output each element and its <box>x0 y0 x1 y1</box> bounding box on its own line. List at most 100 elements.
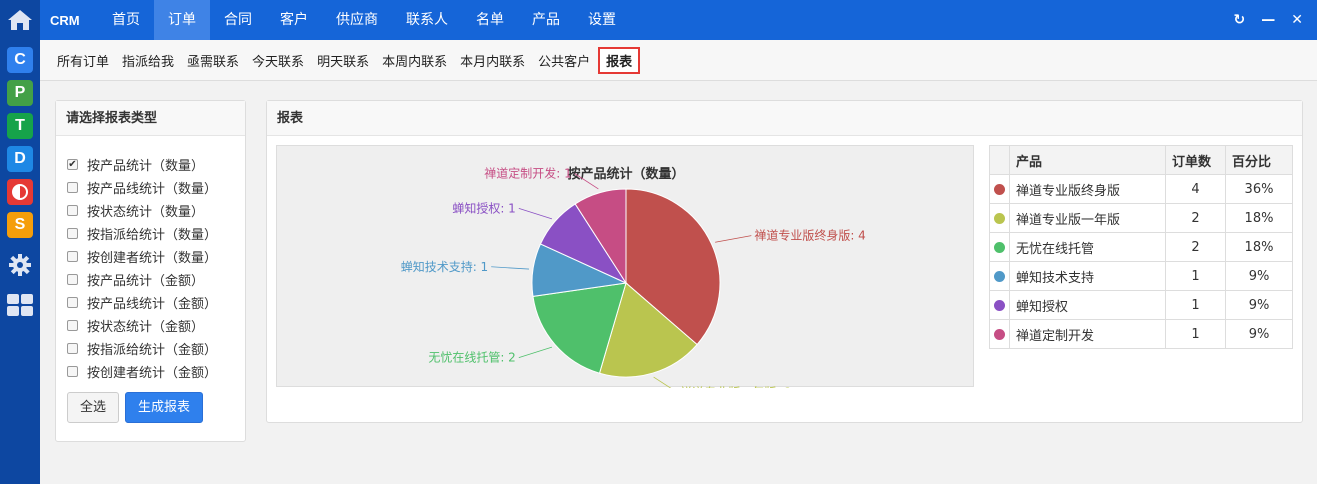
topnav-item[interactable]: 客户 <box>266 0 322 40</box>
topnav-item[interactable]: 名单 <box>462 0 518 40</box>
subnav-item[interactable]: 报表 <box>598 46 641 74</box>
app-letter: P <box>14 84 26 101</box>
report-type-option[interactable]: 按产品线统计（金额） <box>56 291 245 314</box>
o-app-icon[interactable] <box>7 179 33 205</box>
subnav-item[interactable]: 所有订单 <box>52 47 114 74</box>
legend-dot <box>994 241 1005 253</box>
checkbox[interactable] <box>67 205 78 216</box>
chart-title: 按产品统计（数量） <box>567 166 684 182</box>
subnav-item[interactable]: 本周内联系 <box>377 47 452 74</box>
option-label: 按产品统计（数量） <box>87 159 205 174</box>
subnav-item[interactable]: 亟需联系 <box>182 47 244 74</box>
c-app-icon[interactable]: C <box>7 47 33 73</box>
table-row: 蝉知技术支持 1 9% <box>989 261 1293 291</box>
order-count: 1 <box>1165 319 1226 349</box>
table-row: 无忧在线托管 2 18% <box>989 232 1293 262</box>
report-panel: 报表 按产品统计（数量） 禅道专业版终身版: 4 禅道专业版一年版: 2 无忧在线托管… <box>266 100 1303 423</box>
topnav-item[interactable]: 合同 <box>210 0 266 40</box>
slice-label: 蝉知授权: 1 <box>452 200 515 215</box>
sub-navbar: 所有订单 指派给我 亟需联系 今天联系 明天联系 本周内联系 本月内联系 公共客户 报表 <box>40 40 1317 81</box>
subnav-item[interactable]: 本月内联系 <box>455 47 530 74</box>
option-label: 按状态统计（数量） <box>87 205 205 220</box>
generate-report-button[interactable]: 生成报表 <box>125 392 204 423</box>
checkbox[interactable] <box>67 228 78 239</box>
product-name: 蝉知技术支持 <box>1009 261 1166 291</box>
checkbox[interactable] <box>67 343 78 354</box>
topnav-item[interactable]: 订单 <box>154 0 210 40</box>
table-row: 禅道专业版一年版 2 18% <box>989 203 1293 233</box>
subnav-item[interactable]: 公共客户 <box>533 47 595 74</box>
table-row: 禅道专业版终身版 4 36% <box>989 174 1293 204</box>
checkbox[interactable] <box>67 274 78 285</box>
product-name: 禅道专业版终身版 <box>1009 174 1166 204</box>
p-app-icon[interactable]: P <box>7 80 33 106</box>
report-type-option[interactable]: 按产品线统计（数量） <box>56 176 245 199</box>
gear-icon[interactable] <box>0 245 40 285</box>
report-type-option[interactable]: 按状态统计（金额） <box>56 314 245 337</box>
select-all-button[interactable]: 全选 <box>67 392 120 423</box>
product-name: 无忧在线托管 <box>1009 232 1166 262</box>
subnav-item[interactable]: 今天联系 <box>247 47 309 74</box>
column-header: 产品 <box>1009 145 1166 175</box>
report-type-panel: 请选择报表类型 ✔ 按产品统计（数量） 按产品线统计（数量） 按状态统计（数量） 按指派… <box>55 100 246 442</box>
topnav-item[interactable]: 供应商 <box>322 0 392 40</box>
app-letter: C <box>14 51 26 68</box>
slice-leader-line <box>518 207 553 220</box>
half-circle-icon <box>12 184 28 200</box>
slice-label: 禅道专业版终身版: 4 <box>754 228 866 243</box>
slice-label: 禅道专业版一年版: 2 <box>680 384 792 388</box>
order-percent: 9% <box>1225 261 1293 291</box>
d-app-icon[interactable]: D <box>7 146 33 172</box>
report-type-option[interactable]: 按指派给统计（金额） <box>56 337 245 360</box>
order-percent: 9% <box>1225 290 1293 320</box>
order-count: 4 <box>1165 174 1226 204</box>
apps-grid-icon[interactable] <box>0 285 40 325</box>
t-app-icon[interactable]: T <box>7 113 33 139</box>
minimize-icon[interactable]: — <box>1261 12 1275 28</box>
subnav-item[interactable]: 指派给我 <box>117 47 179 74</box>
checkbox[interactable] <box>67 320 78 331</box>
pie-chart: 按产品统计（数量） 禅道专业版终身版: 4 禅道专业版一年版: 2 无忧在线托管: 2… <box>401 166 866 388</box>
topnav-item[interactable]: 首页 <box>98 0 154 40</box>
option-label: 按指派给统计（数量） <box>87 228 218 243</box>
report-type-option[interactable]: 按创建者统计（数量） <box>56 245 245 268</box>
report-type-option[interactable]: 按创建者统计（金额） <box>56 360 245 383</box>
s-app-icon[interactable]: S <box>7 212 33 238</box>
order-percent: 9% <box>1225 319 1293 349</box>
pie-chart-box: 按产品统计（数量） 禅道专业版终身版: 4 禅道专业版一年版: 2 无忧在线托管: 2… <box>276 145 974 388</box>
slice-label: 无忧在线托管: 2 <box>428 350 515 365</box>
product-name: 蝉知授权 <box>1009 290 1166 320</box>
product-name: 禅道定制开发 <box>1009 319 1166 349</box>
topnav-item[interactable]: 设置 <box>574 0 630 40</box>
refresh-icon[interactable]: ↻ <box>1234 12 1246 28</box>
legend-dot <box>994 270 1005 282</box>
home-icon[interactable] <box>0 0 40 40</box>
product-name: 禅道专业版一年版 <box>1009 203 1166 233</box>
subnav-item[interactable]: 明天联系 <box>312 47 374 74</box>
color-column-header <box>989 145 1010 175</box>
slice-leader-line <box>491 266 530 270</box>
legend-dot <box>994 299 1005 311</box>
checkbox[interactable]: ✔ <box>67 159 78 170</box>
option-label: 按创建者统计（数量） <box>87 251 218 266</box>
option-label: 按产品统计（金额） <box>87 274 205 289</box>
option-label: 按指派给统计（金额） <box>87 343 218 358</box>
app-letter: D <box>14 150 26 167</box>
checkbox[interactable] <box>67 366 78 377</box>
report-type-option[interactable]: ✔ 按产品统计（数量） <box>56 153 245 176</box>
report-type-option[interactable]: 按状态统计（数量） <box>56 199 245 222</box>
topnav-item[interactable]: 联系人 <box>392 0 462 40</box>
checkbox[interactable] <box>67 297 78 308</box>
topnav-item[interactable]: 产品 <box>518 0 574 40</box>
option-label: 按状态统计（金额） <box>87 320 205 335</box>
checkbox[interactable] <box>67 182 78 193</box>
report-type-option[interactable]: 按指派给统计（数量） <box>56 222 245 245</box>
slice-leader-line <box>715 235 752 243</box>
option-label: 按产品线统计（金额） <box>87 297 218 312</box>
close-icon[interactable]: ✕ <box>1291 12 1303 28</box>
table-row: 禅道定制开发 1 9% <box>989 319 1293 349</box>
report-type-option[interactable]: 按产品统计（金额） <box>56 268 245 291</box>
report-type-title: 请选择报表类型 <box>56 101 245 136</box>
checkbox[interactable] <box>67 251 78 262</box>
brand-logo[interactable]: CRM <box>40 13 98 28</box>
